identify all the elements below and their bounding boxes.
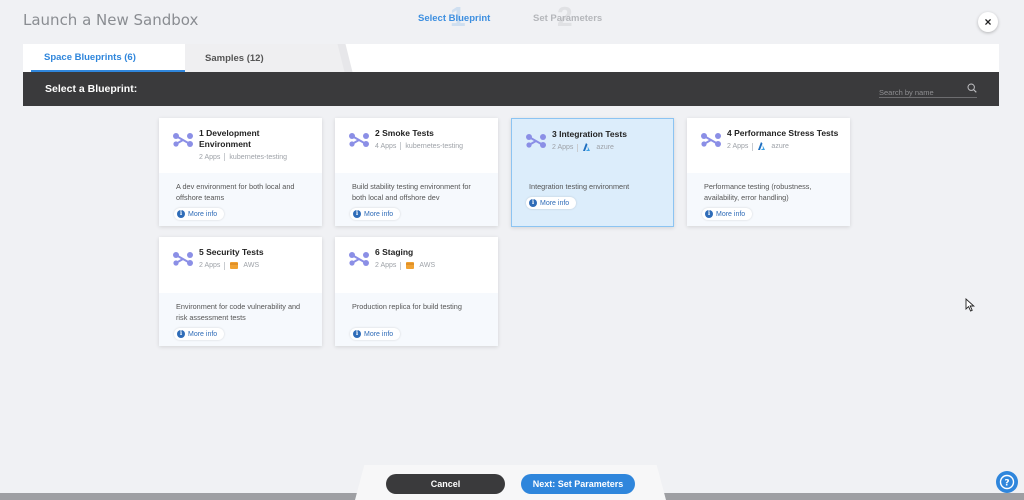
more-info-button[interactable]: i More info	[350, 208, 401, 220]
info-icon: i	[177, 330, 185, 338]
step-label: Set Parameters	[533, 13, 603, 24]
card-description: Performance testing (robustness, availab…	[704, 182, 812, 202]
more-info-label: More info	[364, 210, 394, 218]
more-info-label: More info	[188, 210, 218, 218]
blueprint-grid: 1 Development Environment 2 Apps kubernete…	[0, 106, 1024, 466]
help-icon: ?	[999, 474, 1015, 490]
more-info-label: More info	[188, 330, 218, 338]
step-set-parameters[interactable]: 2 Set Parameters	[533, 1, 603, 32]
card-description: Build stability testing environment for …	[352, 182, 471, 202]
app-count: 2 Apps	[199, 262, 221, 269]
card-title: 3 Integration Tests	[552, 129, 627, 139]
app-count: 2 Apps	[727, 143, 749, 150]
card-meta: 2 Apps AWS	[199, 261, 312, 270]
meta-separator	[577, 143, 579, 152]
blueprint-icon	[349, 133, 369, 147]
card-header: 5 Security Tests 2 Apps AWS	[159, 237, 322, 292]
blueprint-card[interactable]: 1 Development Environment 2 Apps kubernete…	[159, 118, 322, 226]
app-count: 2 Apps	[552, 144, 574, 151]
card-description: Production replica for build testing	[352, 302, 462, 311]
more-info-button[interactable]: i More info	[526, 197, 577, 209]
blueprint-icon	[349, 252, 369, 266]
aws-icon	[230, 262, 239, 269]
card-header: 1 Development Environment 2 Apps kubernete…	[159, 118, 322, 173]
search-icon[interactable]	[967, 83, 977, 93]
close-button[interactable]: ×	[978, 12, 998, 32]
card-meta: 2 Apps azure	[552, 143, 663, 152]
svg-text:?: ?	[1004, 478, 1009, 488]
app-count: 2 Apps	[375, 262, 397, 269]
more-info-button[interactable]: i More info	[174, 208, 225, 220]
close-icon: ×	[984, 15, 992, 29]
app-count: 2 Apps	[199, 153, 221, 161]
card-meta: 4 Apps kubernetes-testing	[375, 142, 488, 150]
card-meta: 2 Apps azure	[727, 142, 840, 151]
step-select-blueprint[interactable]: 1 Select Blueprint	[418, 1, 491, 32]
card-meta: 2 Apps AWS	[375, 261, 488, 270]
blueprint-header: Select a Blueprint:	[23, 72, 999, 106]
blueprint-icon	[173, 252, 193, 266]
meta-separator	[400, 261, 402, 270]
card-header: 2 Smoke Tests 4 Apps kubernetes-testing	[335, 118, 498, 173]
card-title: 5 Security Tests	[199, 247, 264, 257]
provider-name: azure	[771, 143, 789, 150]
more-info-button[interactable]: i More info	[702, 208, 753, 220]
blueprint-icon	[173, 133, 193, 147]
info-icon: i	[529, 199, 537, 207]
app-count: 4 Apps	[375, 142, 397, 150]
step-label: Select Blueprint	[418, 13, 491, 24]
card-title: 4 Performance Stress Tests	[727, 128, 839, 138]
meta-separator	[224, 153, 226, 161]
search-box[interactable]	[879, 82, 977, 98]
more-info-button[interactable]: i More info	[350, 328, 401, 340]
mouse-cursor-icon	[965, 298, 975, 312]
more-info-label: More info	[716, 210, 746, 218]
provider-name: azure	[596, 144, 614, 151]
info-icon: i	[705, 210, 713, 218]
provider-name: kubernetes-testing	[405, 142, 464, 150]
more-info-label: More info	[540, 199, 570, 207]
blueprint-card[interactable]: 4 Performance Stress Tests 2 Apps azure Per…	[687, 118, 850, 226]
card-header: 6 Staging 2 Apps AWS	[335, 237, 498, 292]
more-info-button[interactable]: i More info	[174, 328, 225, 340]
blueprint-icon	[701, 133, 721, 147]
card-title: 6 Staging	[375, 247, 414, 257]
tabs-bar: Space Blueprints (6) Samples (12)	[23, 44, 999, 72]
card-description: A dev environment for both local and off…	[176, 182, 295, 202]
blueprint-card[interactable]: 3 Integration Tests 2 Apps azure Integratio…	[511, 118, 674, 227]
meta-separator	[400, 142, 402, 150]
card-meta: 2 Apps kubernetes-testing	[199, 153, 312, 161]
provider-name: kubernetes-testing	[229, 153, 288, 161]
tab-space-blueprints[interactable]: Space Blueprints (6)	[31, 44, 185, 72]
info-icon: i	[177, 210, 185, 218]
next-set-parameters-button[interactable]: Next: Set Parameters	[521, 474, 635, 494]
tab-samples[interactable]: Samples (12)	[185, 44, 345, 72]
blueprint-card[interactable]: 6 Staging 2 Apps AWS Production replica for…	[335, 237, 498, 346]
info-icon: i	[353, 330, 361, 338]
blueprint-card[interactable]: 5 Security Tests 2 Apps AWS Environment for…	[159, 237, 322, 346]
card-header: 4 Performance Stress Tests 2 Apps azure	[687, 118, 850, 173]
header-title: Select a Blueprint:	[45, 83, 138, 95]
cancel-button[interactable]: Cancel	[386, 474, 505, 494]
more-info-label: More info	[364, 330, 394, 338]
azure-icon	[583, 143, 591, 151]
card-description: Environment for code vulnerability and r…	[176, 302, 301, 322]
blueprint-icon	[526, 134, 546, 148]
meta-separator	[752, 142, 754, 151]
provider-name: AWS	[243, 262, 260, 269]
stepper: 1 Select Blueprint 2 Set Parameters	[0, 0, 1024, 36]
meta-separator	[224, 261, 226, 270]
card-header: 3 Integration Tests 2 Apps azure	[512, 119, 673, 174]
blueprint-card[interactable]: 2 Smoke Tests 4 Apps kubernetes-testing Bui…	[335, 118, 498, 226]
card-title: 2 Smoke Tests	[375, 128, 434, 138]
info-icon: i	[353, 210, 361, 218]
search-input[interactable]	[879, 88, 959, 97]
provider-name: AWS	[419, 262, 436, 269]
aws-icon	[406, 262, 415, 269]
card-title: 1 Development Environment	[199, 128, 260, 149]
azure-icon	[758, 142, 766, 150]
help-button[interactable]: ?	[996, 471, 1018, 493]
